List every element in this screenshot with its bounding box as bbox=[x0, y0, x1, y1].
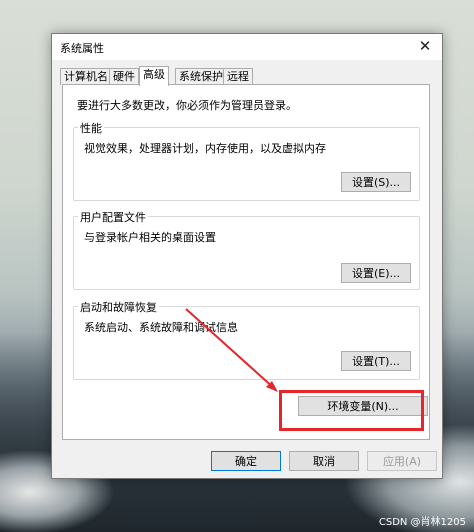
ok-button[interactable]: 确定 bbox=[211, 451, 281, 471]
system-properties-dialog: 系统属性 ✕ 计算机名 硬件 高级 系统保护 远程 要进行大多数更改，你必须作为… bbox=[51, 33, 443, 479]
apply-button: 应用(A) bbox=[367, 451, 437, 471]
cancel-button[interactable]: 取消 bbox=[289, 451, 359, 471]
watermark: CSDN @肖林1205 bbox=[378, 517, 466, 528]
annotation-highlight-box bbox=[279, 390, 424, 431]
tab-advanced[interactable]: 高级 bbox=[139, 66, 169, 86]
